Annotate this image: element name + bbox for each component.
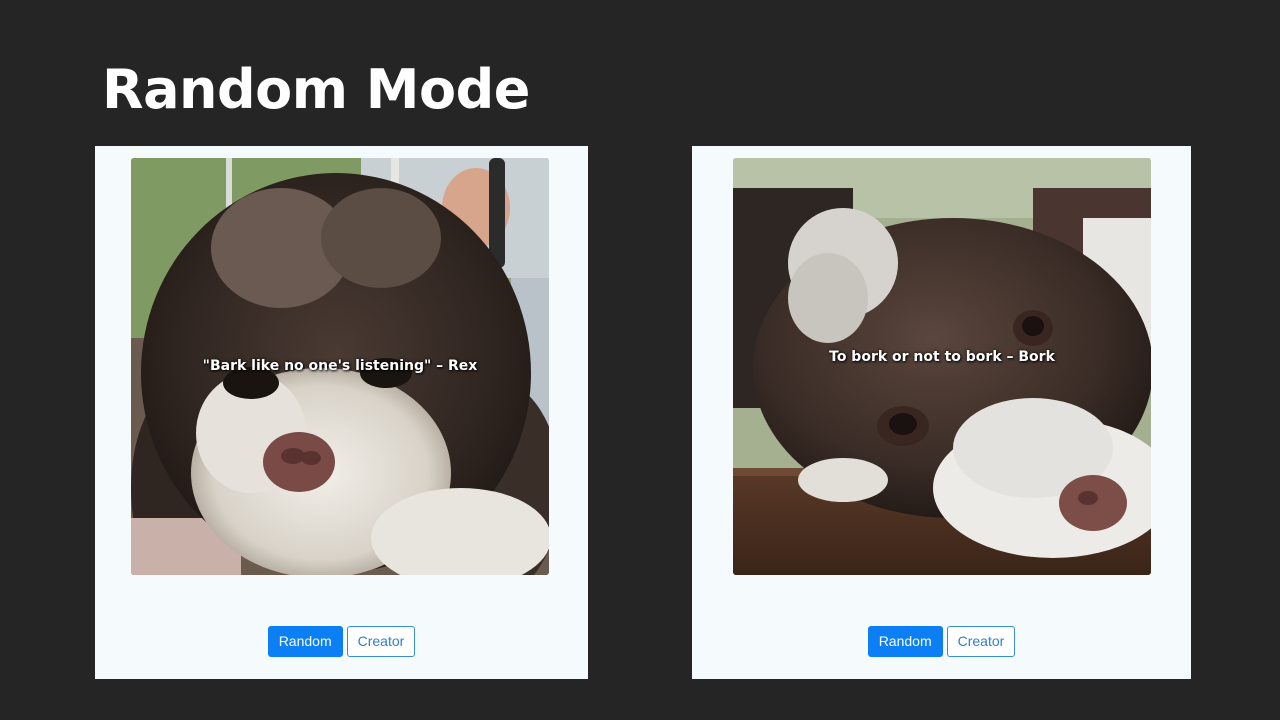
slide-title: Random Mode (102, 58, 530, 121)
mode-button-group-2: Random Creator (692, 626, 1191, 657)
random-button[interactable]: Random (867, 626, 943, 657)
meme-image-1: "Bark like no one's listening" – Rex (131, 158, 549, 575)
creator-button[interactable]: Creator (346, 626, 416, 657)
slide: Random Mode "Bark like no one's listenin… (0, 0, 1280, 720)
dog-photo-2 (733, 158, 1151, 575)
meme-image-2: To bork or not to bork – Bork (733, 158, 1151, 575)
creator-button[interactable]: Creator (946, 626, 1016, 657)
meme-app-screen-2: To bork or not to bork – Bork Random Cre… (692, 146, 1191, 679)
meme-app-screen-1: "Bark like no one's listening" – Rex Ran… (95, 146, 588, 679)
meme-caption-1: "Bark like no one's listening" – Rex (202, 358, 478, 374)
meme-caption-2: To bork or not to bork – Bork (829, 349, 1055, 365)
mode-button-group-1: Random Creator (95, 626, 588, 657)
random-button[interactable]: Random (267, 626, 343, 657)
